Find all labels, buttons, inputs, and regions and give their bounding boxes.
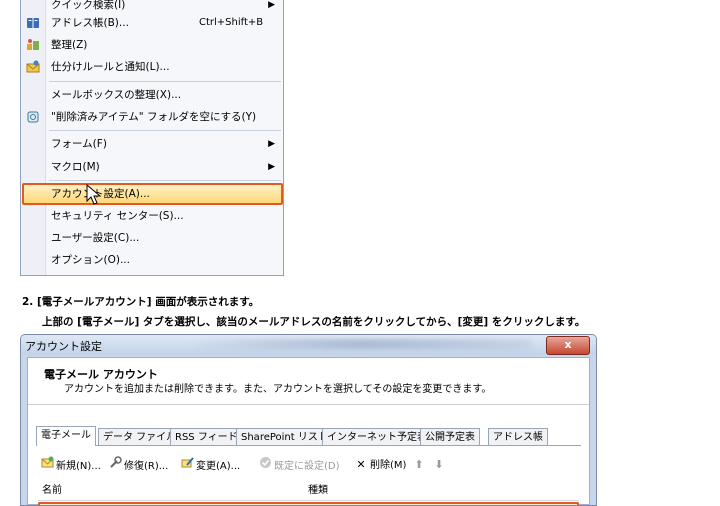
new-account-icon — [40, 456, 54, 475]
dialog-body: 電子メール アカウント アカウントを追加または削除できます。また、アカウントを選… — [27, 357, 590, 505]
tab-address-books[interactable]: アドレス帳 — [488, 428, 548, 446]
new-button[interactable]: 新規(N)... — [40, 456, 101, 474]
menu-item-forms[interactable]: フォーム(F) ▶ — [23, 133, 281, 155]
set-default-button[interactable]: 既定に設定(D) — [258, 456, 340, 474]
move-down-button[interactable]: ⬇ — [432, 456, 448, 474]
tab-data-files[interactable]: データ ファイル — [98, 428, 182, 446]
menu-item-customize[interactable]: ユーザー設定(C)... — [23, 227, 281, 249]
dialog-titlebar[interactable]: アカウント設定 x — [21, 335, 596, 355]
arrow-up-icon: ⬆ — [414, 458, 424, 471]
address-book-icon — [26, 16, 40, 30]
menu-item-address-book[interactable]: アドレス帳(B)... Ctrl+Shift+B — [23, 12, 281, 34]
column-header-type[interactable]: 種類 — [308, 482, 328, 500]
step-detail: 上部の [電子メール] タブを選択し、該当のメールアドレスの名前をクリックしてか… — [42, 316, 586, 328]
step-heading: 2. [電子メールアカウント] 画面が表示されます。 — [22, 296, 260, 308]
menu-separator — [49, 130, 281, 131]
account-list-header: 名前 種類 — [38, 482, 579, 501]
column-header-name[interactable]: 名前 — [42, 482, 62, 500]
repair-button[interactable]: 修復(R)... — [108, 456, 168, 474]
menu-separator — [49, 81, 281, 82]
organize-icon — [26, 38, 40, 52]
tab-email[interactable]: 電子メール — [36, 426, 96, 446]
change-icon — [180, 456, 194, 475]
menu-item-trust-center[interactable]: セキュリティ センター(S)... — [23, 205, 281, 227]
move-up-button[interactable]: ⬆ — [412, 456, 428, 474]
tools-menu: クイック検索(I) ▶ アドレス帳(B)... Ctrl+Shift+B 整理(… — [20, 0, 284, 276]
menu-item-macro[interactable]: マクロ(M) ▶ — [23, 156, 281, 178]
checkmark-icon — [258, 456, 272, 475]
menu-item-organize[interactable]: 整理(Z) — [23, 34, 281, 56]
menu-item-mailbox-cleanup[interactable]: メールボックスの整理(X)... — [23, 84, 281, 106]
menu-item-empty-deleted[interactable]: "削除済みアイテム" フォルダを空にする(Y) — [23, 106, 281, 128]
tab-divider — [36, 445, 581, 446]
repair-icon — [108, 456, 122, 475]
menu-item-rules-alerts[interactable]: 仕分けルールと通知(L)... — [23, 56, 281, 78]
tab-published-calendars[interactable]: 公開予定表 — [420, 428, 480, 446]
selected-account-row[interactable] — [38, 502, 579, 505]
delete-button[interactable]: ✕ 削除(M) — [354, 456, 406, 474]
background-window-blur — [191, 339, 531, 349]
section-description: アカウントを追加または削除できます。また、アカウントを選択してその設定を変更でき… — [64, 384, 492, 395]
tab-rss-feeds[interactable]: RSS フィード — [170, 428, 243, 446]
header-divider — [28, 404, 589, 405]
mouse-pointer-icon — [86, 183, 102, 206]
menu-item-options[interactable]: オプション(O)... — [23, 249, 281, 271]
empty-trash-icon — [26, 110, 40, 124]
account-settings-dialog: アカウント設定 x 電子メール アカウント アカウントを追加または削除できます。… — [20, 334, 597, 506]
delete-x-icon: ✕ — [356, 458, 366, 471]
menu-separator — [49, 180, 281, 181]
submenu-arrow-icon: ▶ — [268, 139, 275, 149]
close-button[interactable]: x — [546, 336, 590, 355]
arrow-down-icon: ⬇ — [434, 458, 444, 471]
tab-sharepoint[interactable]: SharePoint リスト — [236, 428, 333, 446]
change-button[interactable]: 変更(A)... — [180, 456, 240, 474]
rules-icon — [26, 60, 40, 74]
submenu-arrow-icon: ▶ — [268, 162, 275, 172]
tab-internet-calendars[interactable]: インターネット予定表 — [322, 428, 432, 446]
menu-item-account-settings[interactable]: アカウント設定(A)... — [22, 183, 283, 205]
dialog-title: アカウント設定 — [25, 340, 102, 353]
